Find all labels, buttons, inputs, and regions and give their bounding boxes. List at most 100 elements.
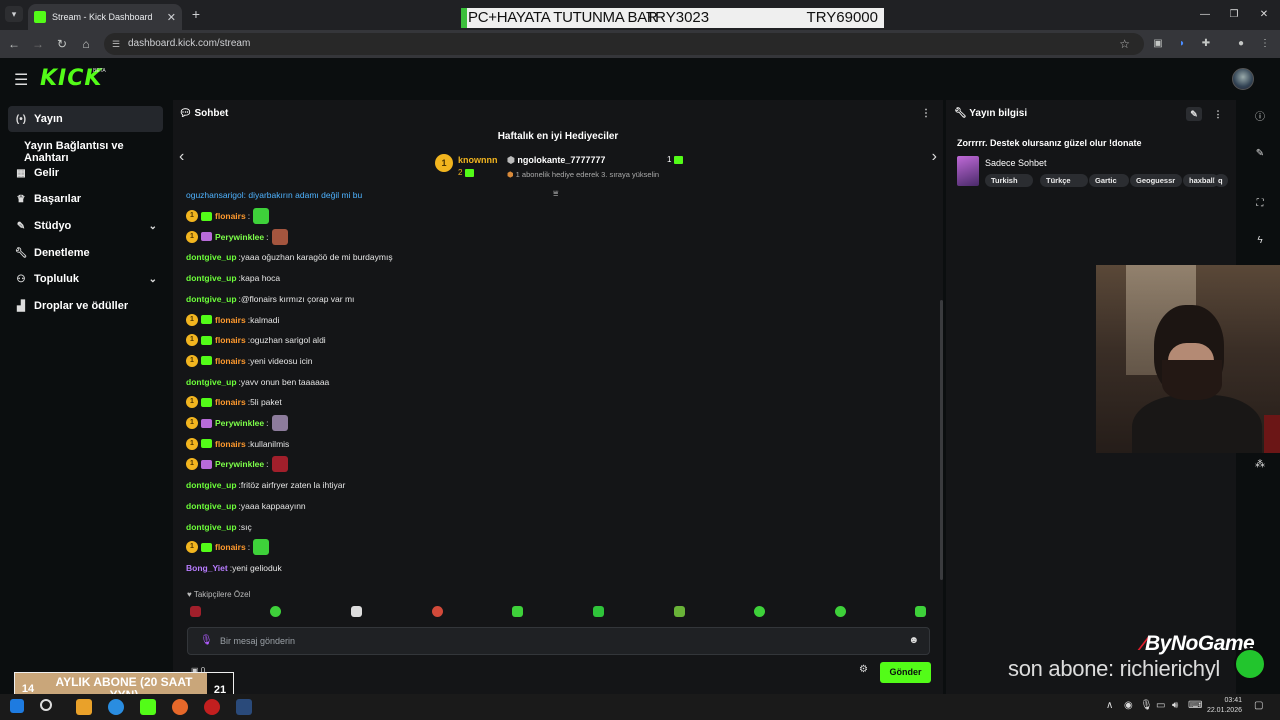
puzzle-icon[interactable]: ✚ bbox=[1199, 37, 1213, 51]
firefox-icon[interactable] bbox=[172, 699, 188, 715]
emote-cup-green-icon[interactable] bbox=[593, 606, 604, 617]
reload-icon[interactable]: ↻ bbox=[54, 36, 70, 52]
gifter-2-row[interactable]: ⬢ ngolokante_7777777 bbox=[507, 155, 605, 166]
tray-mic-icon[interactable]: 🎙︎ bbox=[1140, 700, 1153, 711]
chat-username[interactable]: Perywinklee bbox=[215, 459, 264, 469]
microphone-icon[interactable]: 🎙︎ bbox=[200, 628, 213, 654]
chat-username[interactable]: flonairs bbox=[215, 356, 246, 366]
sidebar-item-basarilar[interactable]: ♛ Başarılar bbox=[8, 186, 163, 212]
tray-volume-icon[interactable]: 🔊︎ bbox=[1172, 700, 1178, 711]
tray-chevron-icon[interactable]: ∧ bbox=[1106, 700, 1113, 711]
tab-search-button[interactable]: ▾ bbox=[5, 6, 23, 22]
sidebar-item-gelir[interactable]: ▦ Gelir bbox=[8, 160, 163, 186]
stream-tag[interactable]: Geoguessr bbox=[1130, 174, 1182, 187]
chat-message: dontgive_up: sıç bbox=[186, 519, 252, 535]
user-avatar[interactable] bbox=[1232, 68, 1254, 90]
emote-skull-icon[interactable] bbox=[754, 606, 765, 617]
sidebar-item-droplar[interactable]: ▟ Droplar ve ödüller bbox=[8, 293, 163, 319]
gifter-1-name[interactable]: knownnn bbox=[458, 155, 498, 165]
category-name[interactable]: Sadece Sohbet bbox=[985, 158, 1047, 168]
maximize-icon[interactable]: ❐ bbox=[1224, 8, 1244, 22]
chat-settings-gear-icon[interactable]: ⚙ bbox=[859, 664, 868, 675]
emote-kick-icon[interactable] bbox=[512, 606, 523, 617]
chat-username[interactable]: flonairs bbox=[215, 542, 246, 552]
chat-message-input[interactable]: 🎙︎ Bir mesaj gönderin ☻ bbox=[187, 627, 930, 655]
bookmark-star-icon[interactable]: ☆ bbox=[1119, 33, 1130, 55]
close-window-icon[interactable]: ✕ bbox=[1254, 8, 1274, 22]
browser-tab[interactable]: Stream - Kick Dashboard ✕ bbox=[28, 4, 182, 30]
chat-username[interactable]: dontgive_up bbox=[186, 294, 237, 304]
url-field[interactable]: ☰ dashboard.kick.com/stream ☆ bbox=[104, 33, 1144, 55]
chat-username[interactable]: flonairs bbox=[215, 397, 246, 407]
chat-username[interactable]: Perywinklee bbox=[215, 418, 264, 428]
emote-wine-icon[interactable] bbox=[190, 606, 201, 617]
chrome-icon[interactable] bbox=[140, 699, 156, 715]
emote-cup-icon[interactable] bbox=[351, 606, 362, 617]
hamburger-menu-icon[interactable]: ☰ bbox=[14, 70, 28, 90]
file-explorer-icon[interactable] bbox=[76, 699, 92, 715]
chat-more-icon[interactable]: ⋮ bbox=[921, 100, 931, 128]
sidebar-item-studyo[interactable]: ✎ Stüdyo ⌄ bbox=[8, 213, 163, 239]
info-icon[interactable]: ⓘ bbox=[1252, 110, 1268, 126]
chat-username[interactable]: flonairs bbox=[215, 335, 246, 345]
chat-username[interactable]: dontgive_up bbox=[186, 501, 237, 511]
chat-username[interactable]: flonairs bbox=[215, 211, 246, 221]
browser-menu-icon[interactable]: ⋮ bbox=[1258, 37, 1272, 51]
fullscreen-icon[interactable]: ⛶ bbox=[1252, 196, 1268, 212]
chat-username[interactable]: flonairs bbox=[215, 315, 246, 325]
tray-network-icon[interactable]: ▭ bbox=[1156, 700, 1165, 711]
emote-tomato-icon[interactable] bbox=[432, 606, 443, 617]
stream-tag[interactable]: q bbox=[1214, 174, 1228, 187]
chat-scrollbar[interactable] bbox=[940, 300, 943, 580]
search-icon[interactable] bbox=[40, 699, 52, 711]
sidebar-item-denetleme[interactable]: 🔧︎ Denetleme bbox=[8, 240, 163, 266]
chat-username[interactable]: dontgive_up bbox=[186, 377, 237, 387]
gifter-rank-1[interactable]: 1 bbox=[435, 154, 453, 172]
forward-icon[interactable]: → bbox=[30, 36, 46, 52]
home-icon[interactable]: ⌂ bbox=[78, 36, 94, 52]
site-info-icon[interactable]: ☰ bbox=[112, 33, 120, 55]
notification-icon[interactable]: ▢ bbox=[1254, 700, 1263, 711]
stream-tag[interactable]: Gartic bbox=[1089, 174, 1129, 187]
audio-extension-icon[interactable]: ◗ bbox=[1175, 37, 1189, 51]
emote-box-icon[interactable] bbox=[674, 606, 685, 617]
category-thumbnail[interactable] bbox=[957, 156, 979, 186]
minimize-icon[interactable]: — bbox=[1195, 8, 1215, 22]
steam-icon[interactable] bbox=[236, 699, 252, 715]
chat-username[interactable]: Bong_Yiet bbox=[186, 563, 228, 573]
edge-icon[interactable] bbox=[108, 699, 124, 715]
emote-face-icon[interactable] bbox=[270, 606, 281, 617]
start-icon[interactable] bbox=[10, 699, 24, 713]
chat-username[interactable]: dontgive_up bbox=[186, 252, 237, 262]
sidebar-item-topluluk[interactable]: ⚇ Topluluk ⌄ bbox=[8, 266, 163, 292]
chevron-down-icon[interactable]: ⌄ bbox=[149, 274, 157, 285]
chevron-down-icon[interactable]: ⌄ bbox=[149, 221, 157, 232]
new-tab-button[interactable]: + bbox=[188, 6, 204, 22]
taskbar-clock[interactable]: 03:41 22.01.2026 bbox=[1200, 696, 1242, 716]
stream-tag[interactable]: Türkçe bbox=[1040, 174, 1088, 187]
chevron-left-icon[interactable]: ‹ bbox=[179, 148, 184, 166]
pencil-icon[interactable]: ✎ bbox=[1252, 146, 1268, 162]
emote-smile-icon[interactable] bbox=[835, 606, 846, 617]
sidebar-item-yayin[interactable]: (•) Yayın bbox=[8, 106, 163, 132]
info-more-icon[interactable]: ⋮ bbox=[1210, 107, 1226, 121]
emoji-picker-icon[interactable]: ☻ bbox=[908, 628, 919, 654]
chat-username[interactable]: Perywinklee bbox=[215, 232, 264, 242]
close-tab-icon[interactable]: ✕ bbox=[167, 11, 176, 24]
emote-grin-icon[interactable] bbox=[915, 606, 926, 617]
chat-username[interactable]: dontgive_up bbox=[186, 522, 237, 532]
chat-username[interactable]: dontgive_up bbox=[186, 273, 237, 283]
stream-tag[interactable]: Turkish bbox=[985, 174, 1033, 187]
chat-username[interactable]: flonairs bbox=[215, 439, 246, 449]
edit-pencil-icon[interactable]: ✎ bbox=[1186, 107, 1202, 121]
chat-username[interactable]: dontgive_up bbox=[186, 480, 237, 490]
chevron-right-icon[interactable]: › bbox=[932, 148, 937, 166]
share-icon[interactable]: ⁂ bbox=[1252, 457, 1268, 473]
extension-icon[interactable]: ▣ bbox=[1151, 37, 1165, 51]
tray-app-icon[interactable]: ◉ bbox=[1124, 700, 1133, 711]
profile-icon[interactable]: ● bbox=[1234, 37, 1248, 51]
back-icon[interactable]: ← bbox=[6, 36, 22, 52]
lightning-icon[interactable]: ϟ bbox=[1252, 233, 1268, 249]
obs-icon[interactable] bbox=[204, 699, 220, 715]
send-button[interactable]: Gönder bbox=[880, 662, 931, 683]
